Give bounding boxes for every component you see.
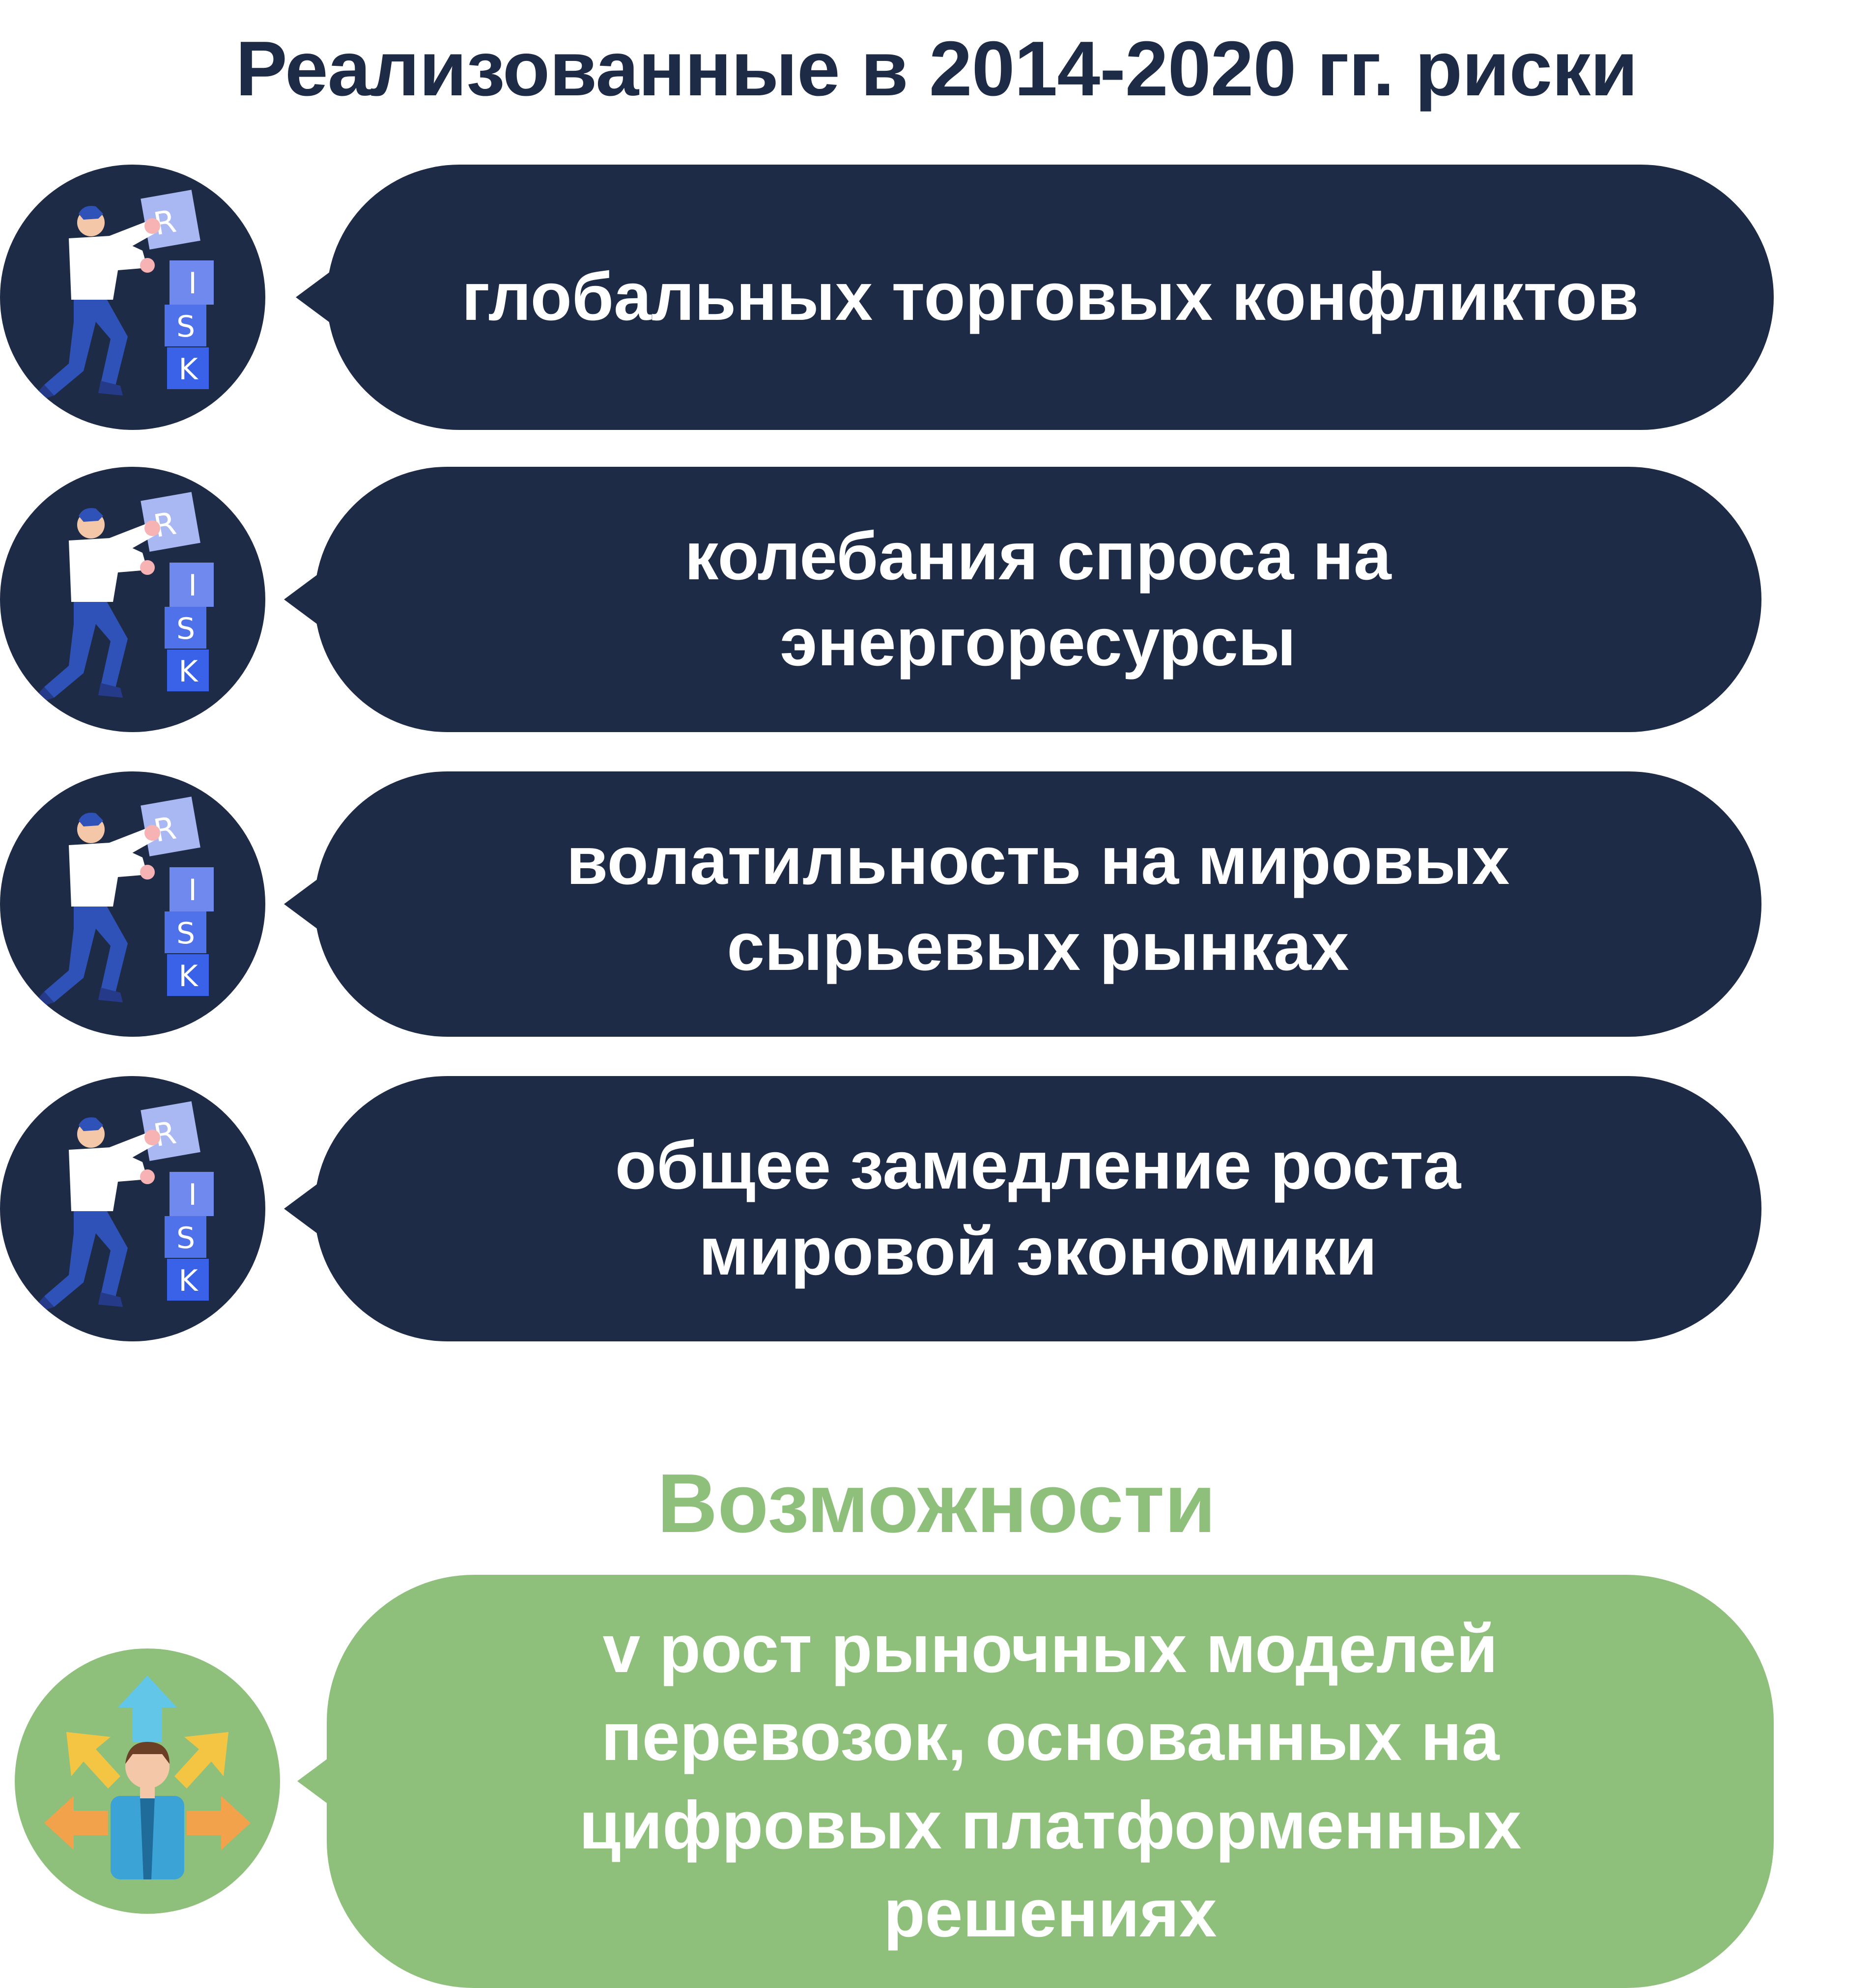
page-title: Реализованные в 2014-2020 гг. риски	[235, 25, 1638, 112]
risk-text: глобальных торговых конфликтов	[461, 259, 1639, 335]
opportunity-text: v рост рыночных моделей перевозок, основ…	[579, 1611, 1522, 1951]
risk-item: колебания спроса на энергоресурсы	[0, 467, 1873, 732]
person-with-arrows-icon	[44, 1676, 251, 1879]
risk-circle	[0, 467, 265, 732]
bubble-tail	[284, 1183, 318, 1234]
risk-bubble: колебания спроса на энергоресурсы	[314, 467, 1761, 732]
risk-text: общее замедление роста мировой экономики	[615, 1127, 1461, 1289]
person-pushing-risk-blocks-icon	[34, 796, 214, 1007]
risk-circle	[0, 165, 265, 430]
opportunity-bubble: v рост рыночных моделей перевозок, основ…	[327, 1575, 1774, 1988]
risk-item: глобальных торговых конфликтов	[0, 165, 1873, 430]
opportunity-circle	[15, 1648, 280, 1914]
person-pushing-risk-blocks-icon	[34, 1101, 214, 1312]
risk-item: волатильность на мировых сырьевых рынках	[0, 771, 1873, 1037]
risk-text: колебания спроса на энергоресурсы	[684, 518, 1391, 680]
risk-bubble: глобальных торговых конфликтов	[327, 165, 1774, 430]
risk-circle	[0, 771, 265, 1037]
bubble-tail	[296, 272, 330, 323]
opportunities-title: Возможности	[657, 1457, 1216, 1550]
bubble-tail	[284, 574, 318, 625]
risk-circle	[0, 1076, 265, 1341]
risk-bubble: общее замедление роста мировой экономики	[314, 1076, 1761, 1341]
risk-bubble: волатильность на мировых сырьевых рынках	[314, 771, 1761, 1037]
bubble-tail	[284, 879, 318, 930]
opportunity-item: v рост рыночных моделей перевозок, основ…	[0, 1575, 1873, 1988]
person-pushing-risk-blocks-icon	[34, 492, 214, 703]
risk-item: общее замедление роста мировой экономики	[0, 1076, 1873, 1341]
risk-text: волатильность на мировых сырьевых рынках	[566, 823, 1510, 985]
person-pushing-risk-blocks-icon	[34, 190, 214, 400]
